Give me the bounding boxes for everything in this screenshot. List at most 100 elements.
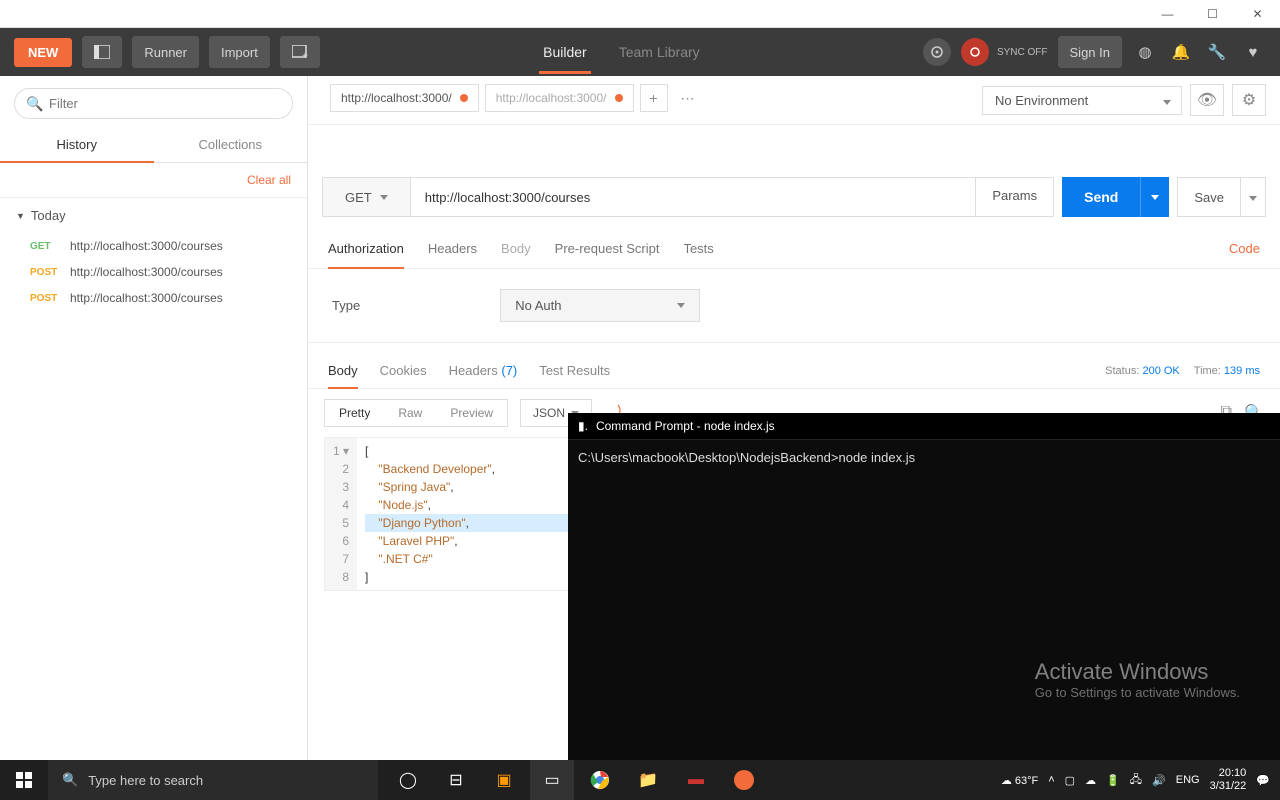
environment-select[interactable]: No Environment bbox=[982, 86, 1182, 115]
unsaved-dot-icon bbox=[615, 94, 623, 102]
command-prompt-window[interactable]: ▮. Command Prompt - node index.js C:\Use… bbox=[568, 413, 1280, 760]
globe-icon[interactable]: ◍ bbox=[1132, 43, 1158, 61]
panel-icon bbox=[94, 45, 110, 59]
taskbar-clock[interactable]: 20:103/31/22 bbox=[1210, 767, 1247, 793]
tab-authorization[interactable]: Authorization bbox=[328, 229, 404, 268]
taskbar-app[interactable]: ⊟ bbox=[434, 760, 478, 800]
params-button[interactable]: Params bbox=[976, 177, 1054, 217]
settings-button[interactable]: ⚙ bbox=[1232, 84, 1266, 116]
auth-type-select[interactable]: No Auth bbox=[500, 289, 700, 322]
new-window-icon: + bbox=[292, 45, 308, 59]
history-url: http://localhost:3000/courses bbox=[70, 239, 223, 253]
chevron-down-icon bbox=[1163, 100, 1171, 105]
sync-icon bbox=[969, 46, 981, 58]
taskbar-app-explorer[interactable]: 📁 bbox=[626, 760, 670, 800]
tray-icon[interactable]: ▢ bbox=[1065, 774, 1075, 787]
target-icon bbox=[930, 45, 944, 59]
tray-chevron[interactable]: ˄ bbox=[1048, 774, 1054, 786]
tray-network-icon[interactable]: 🖧 bbox=[1130, 771, 1142, 790]
filter-input[interactable] bbox=[14, 88, 293, 119]
method-select[interactable]: GET bbox=[322, 177, 411, 217]
window-titlebar: ― ☐ ✕ bbox=[0, 0, 1280, 28]
save-button[interactable]: Save bbox=[1177, 177, 1241, 217]
send-dropdown[interactable] bbox=[1140, 177, 1169, 217]
sync-status[interactable]: SYNC OFF bbox=[961, 38, 1048, 66]
chrome-icon bbox=[590, 770, 610, 790]
request-tab-1[interactable]: http://localhost:3000/ bbox=[330, 84, 479, 112]
tab-headers[interactable]: Headers bbox=[428, 229, 477, 268]
tray-volume-icon[interactable]: 🔊 bbox=[1152, 774, 1166, 787]
task-view-button[interactable]: ◯ bbox=[386, 760, 430, 800]
send-button[interactable]: Send bbox=[1062, 177, 1140, 217]
wrench-icon[interactable]: 🔧 bbox=[1204, 43, 1230, 61]
resp-tab-cookies[interactable]: Cookies bbox=[380, 353, 427, 388]
runner-button[interactable]: Runner bbox=[132, 36, 199, 68]
terminal-titlebar[interactable]: ▮. Command Prompt - node index.js bbox=[568, 413, 1280, 440]
toggle-sidebar-button[interactable] bbox=[82, 36, 122, 68]
raw-button[interactable]: Raw bbox=[384, 400, 436, 426]
code-link[interactable]: Code bbox=[1229, 229, 1260, 268]
window-close[interactable]: ✕ bbox=[1235, 0, 1280, 28]
bell-icon[interactable]: 🔔 bbox=[1168, 43, 1194, 61]
taskbar-search[interactable]: 🔍 Type here to search bbox=[48, 760, 378, 800]
history-item[interactable]: GET http://localhost:3000/courses bbox=[0, 233, 307, 259]
taskbar-app[interactable]: ▬ bbox=[674, 760, 718, 800]
line-gutter: 1 ▾ 234 5678 bbox=[325, 438, 357, 590]
request-tab-2[interactable]: http://localhost:3000/ bbox=[485, 84, 634, 112]
preview-button[interactable]: Preview bbox=[436, 400, 507, 426]
capture-icon[interactable] bbox=[923, 38, 951, 66]
new-window-button[interactable]: + bbox=[280, 36, 320, 68]
sync-label: SYNC OFF bbox=[997, 47, 1048, 58]
url-input[interactable] bbox=[411, 177, 977, 217]
app-toolbar: NEW Runner Import + Builder Team Library… bbox=[0, 28, 1280, 76]
tab-builder[interactable]: Builder bbox=[539, 30, 591, 74]
window-minimize[interactable]: ― bbox=[1145, 0, 1190, 28]
tab-collections[interactable]: Collections bbox=[154, 127, 308, 162]
chevron-down-icon bbox=[677, 303, 685, 308]
taskbar-app-sublime[interactable]: ▣ bbox=[482, 760, 526, 800]
tray-battery-icon[interactable]: 🔋 bbox=[1106, 774, 1120, 787]
method-badge: GET bbox=[30, 241, 60, 252]
resp-tab-headers[interactable]: Headers (7) bbox=[449, 353, 518, 388]
import-button[interactable]: Import bbox=[209, 36, 270, 68]
heart-icon[interactable]: ♥ bbox=[1240, 44, 1266, 61]
taskbar-app-chrome[interactable] bbox=[578, 760, 622, 800]
terminal-body[interactable]: C:\Users\macbook\Desktop\NodejsBackend>n… bbox=[568, 440, 1280, 475]
resp-tab-body[interactable]: Body bbox=[328, 353, 358, 388]
weather-widget[interactable]: ☁ 63°F bbox=[1001, 774, 1038, 787]
sign-in-button[interactable]: Sign In bbox=[1058, 36, 1122, 68]
tab-team-library[interactable]: Team Library bbox=[615, 30, 704, 74]
view-mode-group: Pretty Raw Preview bbox=[324, 399, 508, 427]
svg-text:+: + bbox=[302, 51, 308, 59]
save-dropdown[interactable] bbox=[1241, 177, 1266, 217]
clear-all-link[interactable]: Clear all bbox=[0, 163, 307, 198]
windows-icon bbox=[16, 772, 32, 788]
response-meta: Status: 200 OK Time: 139 ms bbox=[1105, 365, 1260, 377]
tab-body[interactable]: Body bbox=[501, 229, 531, 268]
quick-look-button[interactable]: 👁 bbox=[1190, 84, 1224, 116]
sidebar: 🔍 History Collections Clear all ▼Today G… bbox=[0, 76, 308, 760]
tab-prerequest[interactable]: Pre-request Script bbox=[555, 229, 660, 268]
windows-taskbar: 🔍 Type here to search ◯ ⊟ ▣ ▭ 📁 ▬ ☁ 63°F… bbox=[0, 760, 1280, 800]
tab-options-button[interactable]: ⋯ bbox=[674, 84, 702, 112]
add-tab-button[interactable]: + bbox=[640, 84, 668, 112]
search-icon: 🔍 bbox=[62, 772, 78, 788]
terminal-title: Command Prompt - node index.js bbox=[596, 419, 775, 433]
history-group-today[interactable]: ▼Today bbox=[0, 198, 307, 233]
start-button[interactable] bbox=[0, 760, 48, 800]
history-item[interactable]: POST http://localhost:3000/courses bbox=[0, 259, 307, 285]
history-url: http://localhost:3000/courses bbox=[70, 265, 223, 279]
pretty-button[interactable]: Pretty bbox=[325, 400, 384, 426]
taskbar-app-terminal[interactable]: ▭ bbox=[530, 760, 574, 800]
new-button[interactable]: NEW bbox=[14, 38, 72, 67]
resp-tab-test-results[interactable]: Test Results bbox=[539, 353, 610, 388]
notifications-button[interactable]: 💬 bbox=[1256, 774, 1270, 787]
tray-language[interactable]: ENG bbox=[1176, 774, 1200, 786]
window-maximize[interactable]: ☐ bbox=[1190, 0, 1235, 28]
tab-history[interactable]: History bbox=[0, 127, 154, 162]
method-badge: POST bbox=[30, 293, 60, 304]
tab-tests[interactable]: Tests bbox=[683, 229, 713, 268]
tray-onedrive-icon[interactable]: ☁ bbox=[1085, 774, 1096, 787]
taskbar-app-postman[interactable] bbox=[722, 760, 766, 800]
history-item[interactable]: POST http://localhost:3000/courses bbox=[0, 285, 307, 311]
